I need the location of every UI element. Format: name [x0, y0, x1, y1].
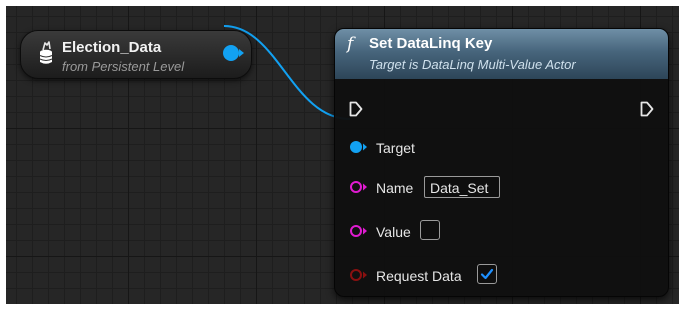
function-node-subtitle: Target is DataLinq Multi-Value Actor	[369, 57, 576, 72]
value-pin-row: Value	[349, 220, 549, 246]
name-pin-row: Name Data_Set	[349, 176, 609, 202]
request-data-pin-label: Request Data	[376, 268, 462, 284]
request-data-checkbox[interactable]	[477, 264, 497, 284]
name-pin-label: Name	[376, 180, 414, 196]
exec-input-pin-icon[interactable]	[349, 101, 363, 117]
function-icon: f	[347, 34, 354, 54]
variable-node-subtitle: from Persistent Level	[62, 59, 185, 74]
function-node-header[interactable]: f Set DataLinq Key Target is DataLinq Mu…	[335, 29, 668, 79]
variable-output-pin[interactable]	[223, 45, 239, 61]
variable-node-title: Election_Data	[62, 39, 162, 56]
variable-node-election-data[interactable]: Election_Data from Persistent Level	[20, 30, 252, 79]
request-data-pin-icon[interactable]	[349, 268, 369, 282]
value-pin-icon[interactable]	[349, 224, 369, 238]
value-checkbox[interactable]	[420, 220, 440, 240]
variable-stack-icon	[39, 41, 53, 64]
exec-output-pin-icon[interactable]	[640, 101, 654, 117]
target-pin-icon[interactable]	[349, 140, 369, 154]
checkmark-icon	[480, 268, 494, 280]
function-node-title: Set DataLinq Key	[369, 35, 493, 52]
name-pin-icon[interactable]	[349, 180, 369, 194]
target-pin-label: Target	[376, 140, 415, 156]
request-data-pin-row: Request Data	[349, 264, 549, 290]
blueprint-graph-canvas[interactable]: Election_Data from Persistent Level f Se…	[6, 6, 679, 304]
name-value-input[interactable]: Data_Set	[424, 176, 500, 198]
function-node-set-datalinq-key[interactable]: f Set DataLinq Key Target is DataLinq Mu…	[334, 28, 669, 297]
pin-arrow-icon	[239, 49, 244, 57]
value-pin-label: Value	[376, 224, 411, 240]
